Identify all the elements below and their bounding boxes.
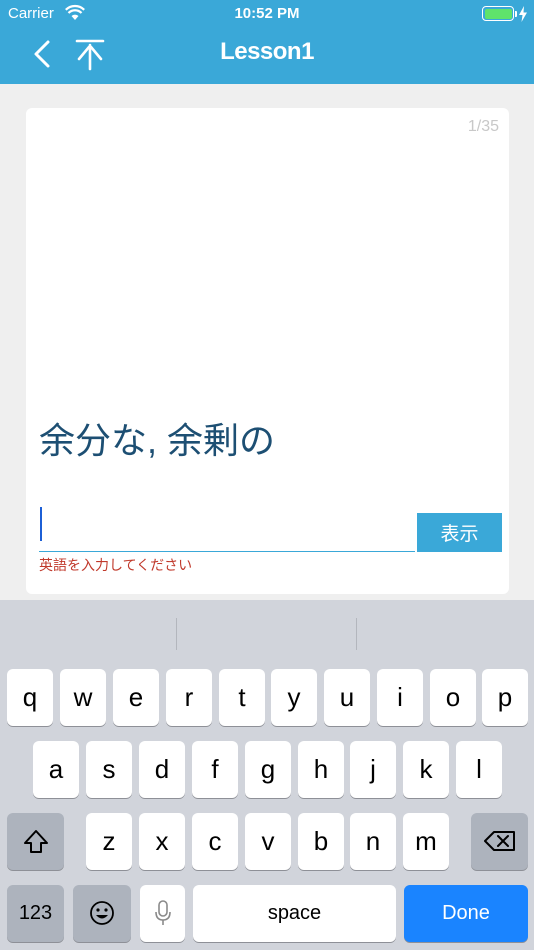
question-prompt: 余分な, 余剰の	[39, 420, 276, 461]
shift-key[interactable]	[7, 813, 64, 870]
key-v[interactable]: v	[245, 813, 291, 870]
key-o[interactable]: o	[430, 669, 476, 726]
status-time: 10:52 PM	[234, 5, 300, 22]
key-l[interactable]: l	[456, 741, 502, 798]
space-key[interactable]: space	[193, 885, 396, 942]
quiz-card: 1/35 余分な, 余剰の 表示 英語を入力してください	[26, 108, 509, 594]
key-d[interactable]: d	[139, 741, 185, 798]
battery-cap	[515, 11, 517, 17]
done-key[interactable]: Done	[404, 885, 528, 942]
charging-bolt-icon	[519, 6, 527, 22]
key-t[interactable]: t	[219, 669, 265, 726]
key-y[interactable]: y	[271, 669, 317, 726]
battery-level	[484, 8, 512, 19]
key-c[interactable]: c	[192, 813, 238, 870]
key-u[interactable]: u	[324, 669, 370, 726]
show-answer-button[interactable]: 表示	[417, 513, 502, 552]
answer-input[interactable]	[39, 506, 415, 552]
key-w[interactable]: w	[60, 669, 106, 726]
page-title: Lesson1	[220, 38, 314, 65]
key-e[interactable]: e	[113, 669, 159, 726]
top-bar: Carrier 10:52 PM Lesson1	[0, 0, 534, 84]
key-k[interactable]: k	[403, 741, 449, 798]
delete-key[interactable]	[471, 813, 528, 870]
key-r[interactable]: r	[166, 669, 212, 726]
key-z[interactable]: z	[86, 813, 132, 870]
keyboard: q w e r t y u i o p a s d f g h j k l z …	[0, 600, 534, 950]
key-q[interactable]: q	[7, 669, 53, 726]
backspace-icon	[483, 831, 515, 851]
key-g[interactable]: g	[245, 741, 291, 798]
key-j[interactable]: j	[350, 741, 396, 798]
suggestion-divider	[356, 618, 357, 650]
microphone-icon	[154, 900, 171, 925]
key-p[interactable]: p	[482, 669, 528, 726]
suggestion-divider	[176, 618, 177, 650]
text-caret	[40, 507, 42, 541]
emoji-icon	[90, 901, 114, 925]
key-f[interactable]: f	[192, 741, 238, 798]
question-counter: 1/35	[467, 118, 499, 135]
key-h[interactable]: h	[298, 741, 344, 798]
status-bar: Carrier 10:52 PM	[0, 0, 534, 28]
key-x[interactable]: x	[139, 813, 185, 870]
key-a[interactable]: a	[33, 741, 79, 798]
key-i[interactable]: i	[377, 669, 423, 726]
validation-error: 英語を入力してください	[39, 557, 193, 573]
key-m[interactable]: m	[403, 813, 449, 870]
key-s[interactable]: s	[86, 741, 132, 798]
numbers-key[interactable]: 123	[7, 885, 64, 942]
key-b[interactable]: b	[298, 813, 344, 870]
emoji-key[interactable]	[73, 885, 131, 942]
shift-icon	[23, 830, 48, 853]
key-n[interactable]: n	[350, 813, 396, 870]
dictation-key[interactable]	[140, 885, 185, 942]
suggestion-bar	[0, 600, 534, 654]
battery-icon	[482, 6, 514, 21]
nav-bar: Lesson1	[0, 28, 534, 84]
